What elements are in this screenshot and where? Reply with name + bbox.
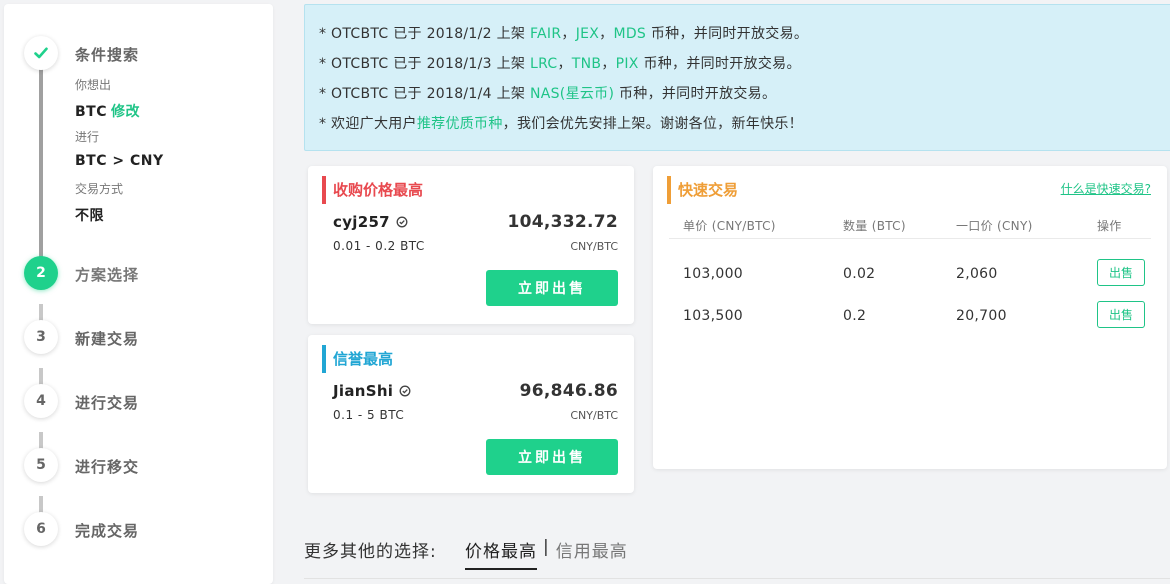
price-value: 104,332.72 xyxy=(507,212,618,232)
method-value: 不限 xyxy=(75,208,104,224)
row-qty: 0.02 xyxy=(843,266,876,282)
divider xyxy=(304,578,1170,579)
step-6-title: 完成交易 xyxy=(75,522,140,540)
coin-name: PIX xyxy=(615,56,639,72)
sell-now-button[interactable]: 立即出售 xyxy=(486,270,618,306)
announcement-banner: * OTCBTC 已于 2018/1/2 上架 FAIR，JEX，MDS 币种，… xyxy=(304,4,1170,151)
step-5-dot: 5 xyxy=(24,448,58,482)
edit-link[interactable]: 修改 xyxy=(111,104,140,120)
welcome-prefix: * 欢迎广大用户 xyxy=(319,116,417,132)
trade-limit: 0.01 - 0.2 BTC xyxy=(333,239,425,253)
announcement-suffix: 币种，并同时开放交易。 xyxy=(638,56,801,72)
verified-icon xyxy=(399,385,411,397)
announcement-line: * OTCBTC 已于 2018/1/4 上架 NAS(星云币) 币种，并同时开… xyxy=(319,79,1170,109)
coin-name: JEX xyxy=(575,26,600,42)
step-2-dot: 2 xyxy=(24,256,58,290)
recommend-coin-link[interactable]: 推荐优质币种 xyxy=(417,116,503,132)
price-unit: CNY/BTC xyxy=(570,240,618,253)
step-1-dot xyxy=(24,36,58,70)
coin-name: TNB xyxy=(571,56,602,72)
step-3-title: 新建交易 xyxy=(75,330,140,348)
quick-sell-button[interactable]: 出售 xyxy=(1097,301,1145,328)
announcement-prefix: * OTCBTC 已于 2018/1/4 上架 xyxy=(319,86,530,102)
table-row: 103,500 0.2 20,700 出售 xyxy=(669,296,1151,338)
announcement-suffix: 币种，并同时开放交易。 xyxy=(646,26,809,42)
step-4-title: 进行交易 xyxy=(75,394,140,412)
step-5-title: 进行移交 xyxy=(75,458,140,476)
price-value: 96,846.86 xyxy=(519,381,618,401)
announcement-suffix: 币种，并同时开放交易。 xyxy=(614,86,777,102)
announcement-prefix: * OTCBTC 已于 2018/1/3 上架 xyxy=(319,56,530,72)
announcement-prefix: * OTCBTC 已于 2018/1/2 上架 xyxy=(319,26,530,42)
step-4-dot: 4 xyxy=(24,384,58,418)
announcement-line: * OTCBTC 已于 2018/1/3 上架 LRC，TNB，PIX 币种，并… xyxy=(319,56,801,72)
trade-limit: 0.1 - 5 BTC xyxy=(333,408,405,422)
trader-name-text: JianShi xyxy=(333,382,394,400)
coin-name: NAS(星云币) xyxy=(529,86,615,102)
sell-now-button[interactable]: 立即出售 xyxy=(486,439,618,475)
verified-icon xyxy=(396,216,408,228)
best-credit-card: 信誉最高 JianShi 0.1 - 5 BTC 96,846.86 CNY/B… xyxy=(308,335,634,493)
tab-separator: | xyxy=(543,537,550,557)
row-price: 103,000 xyxy=(683,266,743,282)
trader-name[interactable]: JianShi xyxy=(333,382,411,400)
want-coin: BTC xyxy=(75,104,107,120)
column-header-total: 一口价 (CNY) xyxy=(956,219,1033,233)
coin-name: LRC xyxy=(529,56,558,72)
more-options-tabs: 价格最高 | 信用最高 xyxy=(465,537,628,570)
step-rail-done xyxy=(39,60,43,270)
checkmark-icon xyxy=(34,47,48,59)
coin-name: FAIR xyxy=(529,26,562,42)
row-total: 2,060 xyxy=(956,266,998,282)
column-header-qty: 数量 (BTC) xyxy=(843,219,906,233)
quick-trade-title: 快速交易 xyxy=(667,176,738,204)
quick-trade-help-link[interactable]: 什么是快速交易? xyxy=(1061,180,1151,197)
step-sidebar: 条件搜索 你想出 BTC 修改 进行 BTC > CNY 交易方式 不限 2 方案… xyxy=(4,4,273,584)
quick-sell-button[interactable]: 出售 xyxy=(1097,259,1145,286)
pair-value: BTC > CNY xyxy=(75,153,164,169)
welcome-suffix: ，我们会优先安排上架。谢谢各位，新年快乐！ xyxy=(502,116,803,132)
best-price-title: 收购价格最高 xyxy=(322,176,423,204)
best-price-card: 收购价格最高 cyj257 0.01 - 0.2 BTC 104,332.72 … xyxy=(308,166,634,324)
method-label: 交易方式 xyxy=(75,182,124,196)
want-value: BTC 修改 xyxy=(75,101,140,121)
announcement-line: * OTCBTC 已于 2018/1/2 上架 FAIR，JEX，MDS 币种，… xyxy=(319,26,809,42)
row-total: 20,700 xyxy=(956,308,1007,324)
tab-price-highest[interactable]: 价格最高 xyxy=(465,537,537,570)
row-qty: 0.2 xyxy=(843,308,867,324)
price-unit: CNY/BTC xyxy=(570,409,618,422)
trader-name-text: cyj257 xyxy=(333,213,390,231)
quick-trade-card: 快速交易 什么是快速交易? 单价 (CNY/BTC) 数量 (BTC) 一口价 … xyxy=(653,166,1167,469)
tab-credit-highest[interactable]: 信用最高 xyxy=(556,537,628,570)
step-6-dot: 6 xyxy=(24,512,58,546)
trader-name[interactable]: cyj257 xyxy=(333,213,408,231)
row-price: 103,500 xyxy=(683,308,743,324)
coin-name: MDS xyxy=(613,26,647,42)
want-label: 你想出 xyxy=(75,78,112,92)
table-row: 103,000 0.02 2,060 出售 xyxy=(669,254,1151,296)
best-credit-title: 信誉最高 xyxy=(322,345,393,373)
announcement-list: * OTCBTC 已于 2018/1/2 上架 FAIR，JEX，MDS 币种，… xyxy=(319,19,1170,109)
step-3-dot: 3 xyxy=(24,320,58,354)
step-2-title: 方案选择 xyxy=(75,266,140,284)
column-header-action: 操作 xyxy=(1097,219,1122,233)
quick-trade-header: 单价 (CNY/BTC) 数量 (BTC) 一口价 (CNY) 操作 xyxy=(669,213,1151,239)
welcome-line: * 欢迎广大用户推荐优质币种，我们会优先安排上架。谢谢各位，新年快乐！ xyxy=(319,109,1170,139)
more-options-label: 更多其他的选择: xyxy=(304,542,437,562)
column-header-price: 单价 (CNY/BTC) xyxy=(683,219,776,233)
pair-label: 进行 xyxy=(75,130,100,144)
step-1-title: 条件搜索 xyxy=(75,46,140,64)
